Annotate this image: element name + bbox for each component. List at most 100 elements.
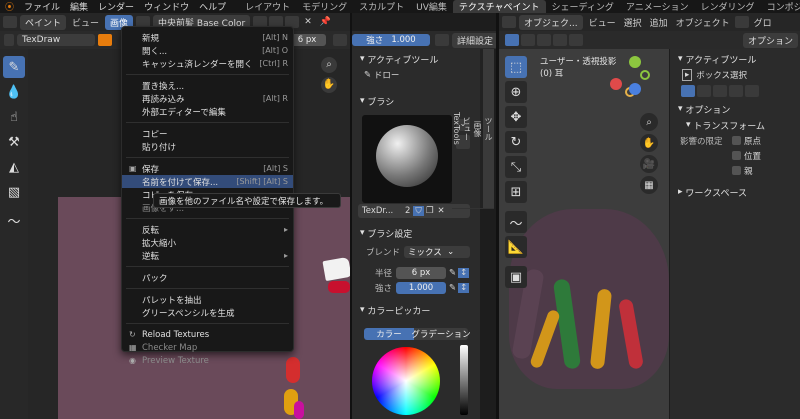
annotate-icon[interactable]: 〜 [3, 209, 25, 231]
draw-brush-icon[interactable]: ✎ [3, 56, 25, 78]
image-menu-item[interactable]: 再読み込み [Alt] R [122, 92, 293, 105]
unlink-icon[interactable]: ✕ [435, 206, 446, 216]
select-invert-icon[interactable] [553, 34, 567, 46]
image-menu-item[interactable]: 逆転 ▸ [122, 249, 293, 262]
select-intersect-icon[interactable] [745, 85, 759, 97]
radius-field[interactable]: 6 px [396, 267, 446, 279]
editor-type-icon[interactable] [3, 16, 17, 28]
menu-edit[interactable]: 編集 [65, 0, 93, 13]
smear-icon[interactable]: ☝ [3, 106, 25, 128]
tab-sculpt[interactable]: スカルプト [353, 0, 410, 13]
scale-icon[interactable]: ⤡ [505, 156, 527, 178]
image-menu-item[interactable]: ↻ Reload Textures [122, 328, 293, 341]
tab-layout[interactable]: レイアウト [239, 0, 296, 13]
tab-tool[interactable]: ツール [483, 49, 494, 209]
zoom-icon[interactable]: ⌕ [640, 113, 658, 131]
transform-icon[interactable]: ⊞ [505, 181, 527, 203]
select-box-icon[interactable]: ⬚ [505, 56, 527, 78]
radius-unit-icon[interactable]: ↕ [458, 268, 470, 278]
transform-orientation-icon[interactable] [734, 16, 749, 28]
transform-section-header[interactable]: ▾ トランスフォーム [674, 117, 796, 133]
duplicate-icon[interactable]: ❐ [424, 206, 436, 216]
soften-icon[interactable]: 💧 [3, 81, 25, 103]
select-subtract-icon[interactable] [713, 85, 727, 97]
tab-view[interactable]: ビュー [461, 49, 472, 209]
tab-textools[interactable]: TexTools [452, 49, 461, 209]
origin-checkbox[interactable] [732, 136, 741, 145]
editor-type-icon[interactable] [502, 16, 516, 28]
image-menu-item[interactable]: 開く... [Alt] O [122, 44, 293, 57]
mask-icon[interactable]: ▧ [3, 181, 25, 203]
tab-uv-editing[interactable]: UV編集 [410, 0, 453, 13]
gizmo-axis-x[interactable] [610, 78, 622, 90]
image-menu-item[interactable]: パレットを抽出 [122, 293, 293, 306]
tab-texture-paint[interactable]: テクスチャペイント [452, 0, 546, 13]
select-extend-icon[interactable] [697, 85, 711, 97]
gizmo-axis-y[interactable] [629, 56, 641, 68]
strength-field[interactable]: 1.000 [396, 282, 446, 294]
strength-field[interactable]: 強さ 1.000 [351, 34, 430, 46]
annotate-icon[interactable]: 〜 [505, 211, 527, 233]
menu-view[interactable]: ビュー [68, 16, 103, 29]
blend-dropdown[interactable]: ミックス ⌄ [404, 246, 470, 258]
active-tool-section-header[interactable]: ▾ アクティブツール [674, 51, 796, 67]
box-select-icon[interactable]: ▸ [682, 69, 693, 81]
menu-select[interactable]: 選択 [620, 16, 646, 29]
image-menu-item[interactable]: 拡大縮小 [122, 236, 293, 249]
brush-settings-header[interactable]: ▾ ブラシ設定 [356, 225, 412, 241]
menu-render[interactable]: レンダー [93, 0, 139, 13]
radius-pressure-icon[interactable] [332, 34, 347, 46]
rotate-icon[interactable]: ↻ [505, 131, 527, 153]
fake-user-icon[interactable]: ⛉ [413, 206, 424, 216]
measure-icon[interactable]: 📐 [505, 236, 527, 258]
select-extend-icon[interactable] [521, 34, 535, 46]
tab-rendering[interactable]: レンダリング [695, 0, 761, 13]
menu-add[interactable]: 追加 [646, 16, 672, 29]
image-menu-item[interactable]: ▣ 保存 [Alt] S [122, 162, 293, 175]
tab-modeling[interactable]: モデリング [296, 0, 353, 13]
clone-icon[interactable]: ⚒ [3, 131, 25, 153]
options-section-header[interactable]: ▾ オプション [674, 101, 796, 117]
strength-pressure-icon[interactable]: ✎ [449, 283, 456, 293]
global-dropdown[interactable]: グロ [750, 16, 776, 29]
radius-pressure-icon[interactable]: ✎ [449, 268, 456, 278]
pin-icon[interactable]: 📌 [316, 17, 335, 27]
parent-checkbox[interactable] [732, 166, 741, 175]
image-menu-item[interactable]: ▦ Checker Map [122, 341, 293, 354]
brush-users-count[interactable]: 2 [402, 206, 413, 216]
gizmo-axis-z[interactable] [629, 83, 641, 95]
color-wheel[interactable] [372, 347, 440, 415]
tab-compositing[interactable]: コンポジティング [761, 0, 800, 13]
tab-color[interactable]: カラー [364, 327, 414, 340]
select-set-icon[interactable] [681, 85, 695, 97]
menu-window[interactable]: ウィンドウ [139, 0, 194, 13]
tab-shading[interactable]: シェーディング [546, 0, 620, 13]
image-menu-item[interactable]: パック [122, 271, 293, 284]
select-mode-icon[interactable] [505, 34, 519, 46]
details-dropdown[interactable]: 詳細設定 [451, 32, 498, 48]
menu-view[interactable]: ビュー [585, 16, 620, 29]
grid-icon[interactable]: ▦ [640, 176, 658, 194]
mode-dropdown[interactable]: ペイント [20, 14, 67, 30]
camera-icon[interactable]: 🎥 [640, 155, 658, 173]
unlink-icon[interactable]: ✕ [300, 17, 316, 27]
color-picker-header[interactable]: ▾ カラーピッカー [356, 302, 430, 318]
fill-icon[interactable]: ◭ [3, 156, 25, 178]
brush-name-field[interactable]: TexDraw [17, 34, 95, 46]
strength-pressure-icon[interactable] [434, 34, 449, 46]
menu-object[interactable]: オブジェクト [672, 16, 734, 29]
location-checkbox[interactable] [732, 151, 741, 160]
navigation-gizmo[interactable] [608, 56, 656, 114]
menu-file[interactable]: ファイル [19, 0, 65, 13]
object-mode-dropdown[interactable]: オブジェク... [519, 14, 583, 30]
tab-gradient[interactable]: グラデーション [411, 327, 471, 340]
image-menu-item[interactable]: 置き換え... [122, 79, 293, 92]
gizmo-axis-neg[interactable] [640, 70, 650, 80]
zoom-icon[interactable]: ⌕ [321, 57, 337, 73]
tab-image[interactable]: 画像 [472, 49, 483, 209]
cursor-icon[interactable]: ⊕ [505, 81, 527, 103]
pan-hand-icon[interactable]: ✋ [321, 77, 337, 93]
options-dropdown[interactable]: オプション [742, 32, 798, 48]
select-intersect-icon[interactable] [569, 34, 583, 46]
menu-help[interactable]: ヘルプ [194, 0, 231, 13]
